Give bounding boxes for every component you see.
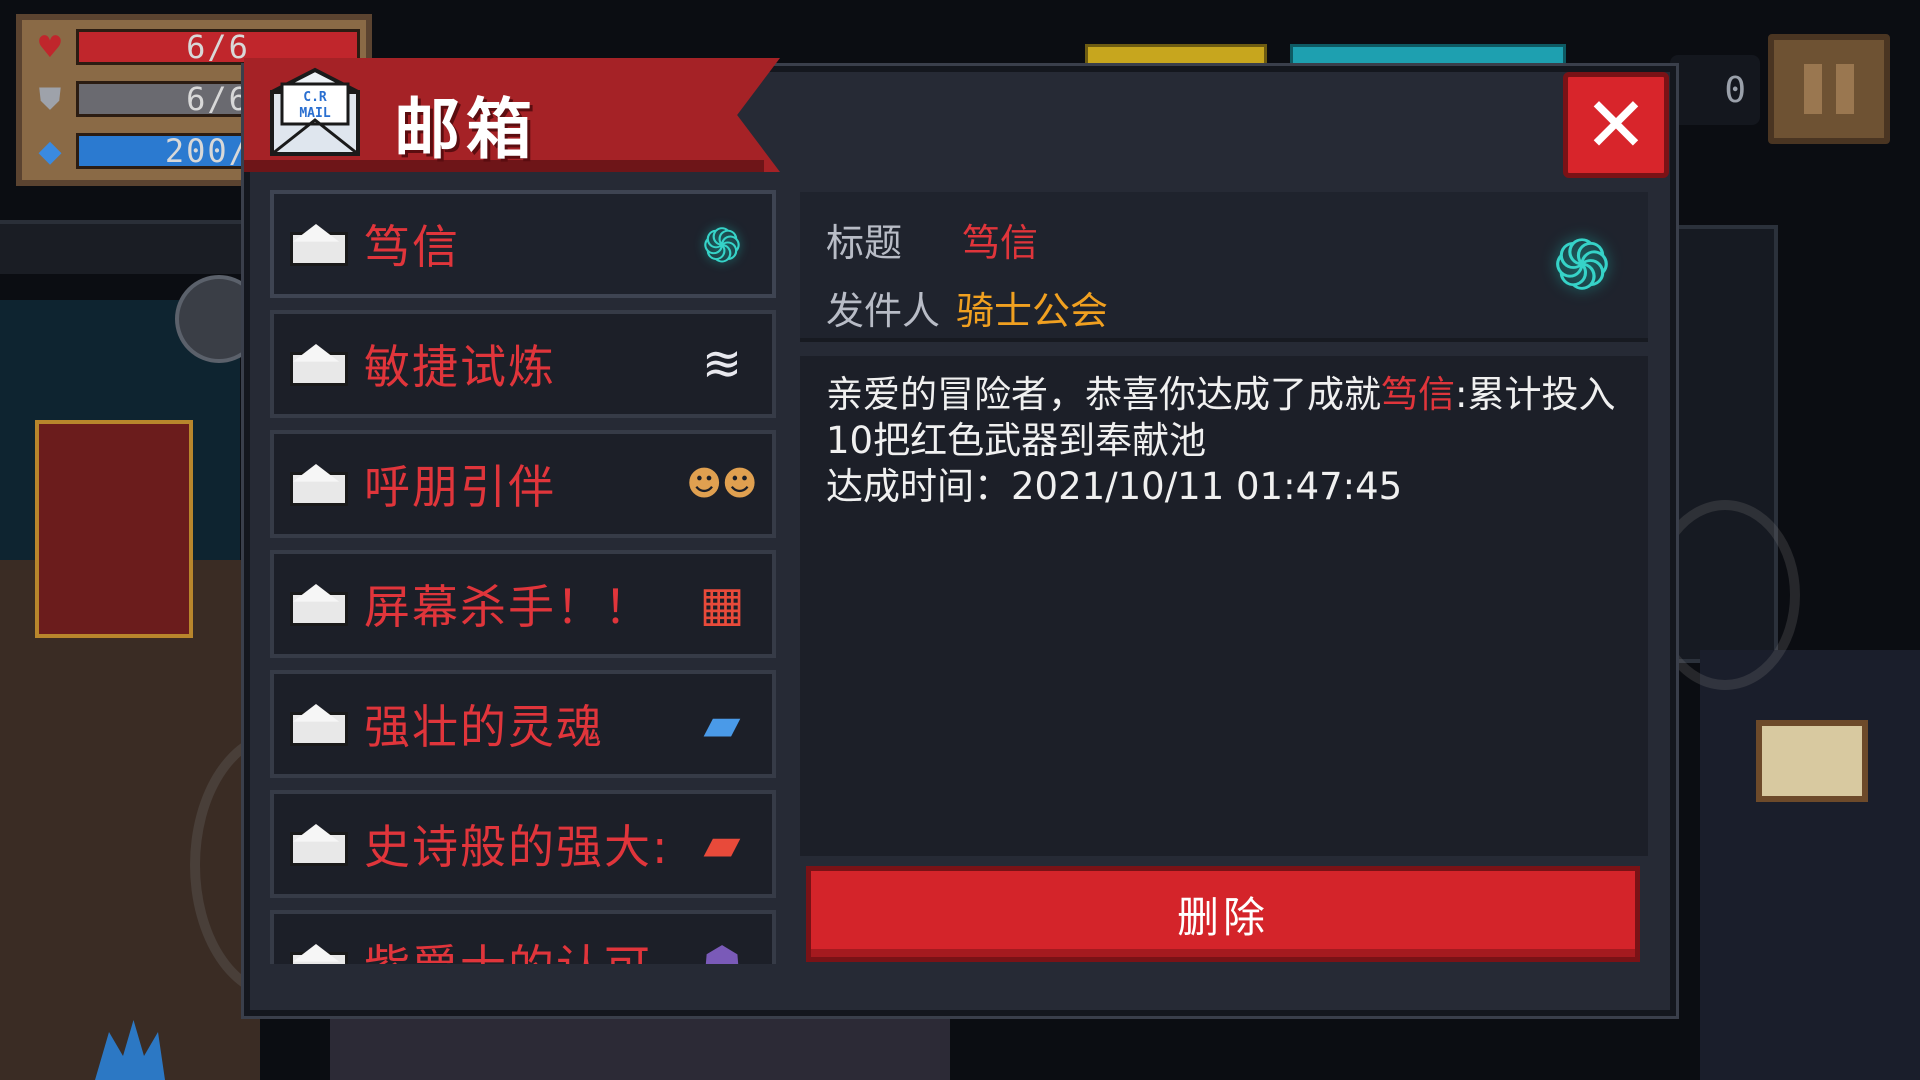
mail-detail-body: 亲爱的冒险者，恭喜你达成了成就笃信:累计投入10把红色武器到奉献池 达成时间：2…: [800, 356, 1648, 856]
mail-item-label: 敏捷试炼: [364, 340, 556, 394]
envelope-icon: [290, 222, 348, 266]
mail-message: 亲爱的冒险者，恭喜你达成了成就笃信:累计投入10把红色武器到奉献池 达成时间：2…: [826, 372, 1626, 510]
diamond-icon: ◆: [38, 133, 62, 169]
envelope-icon: [290, 582, 348, 626]
teal-rune-icon: ֍: [702, 217, 742, 274]
achieve-time: 达成时间：2021/10/11 01:47:45: [826, 465, 1403, 508]
shrine-decoration: [35, 420, 193, 638]
envelope-icon: [290, 942, 348, 964]
mail-item-label: 史诗般的强大:: [364, 820, 670, 874]
title-value: 笃信: [962, 221, 1039, 265]
title-key: 标题: [826, 221, 903, 265]
mail-item[interactable]: 强壮的灵魂 ▰: [270, 670, 776, 778]
envelope-icon: [290, 462, 348, 506]
title-row: 标题 笃信: [826, 212, 1038, 267]
floor-right: [1700, 650, 1920, 1080]
mail-item[interactable]: 屏幕杀手！！ ▦: [270, 550, 776, 658]
gem-counter: 0: [1670, 55, 1760, 125]
dialog-title: 邮箱: [394, 91, 538, 168]
pause-icon: [1804, 64, 1822, 114]
sender-key: 发件人: [826, 289, 941, 333]
tornado-icon: ≋: [701, 336, 743, 392]
mail-item[interactable]: 史诗般的强大: ▰: [270, 790, 776, 898]
mail-item-label: 屏幕杀手！！: [364, 580, 652, 634]
screen-killer-icon: ▦: [699, 576, 745, 632]
bottom-scene: [330, 1010, 950, 1080]
heart-icon: ♥: [36, 29, 64, 65]
mail-item-label: 紫爵士的认可: [364, 931, 684, 964]
close-button[interactable]: ✕: [1563, 72, 1669, 178]
notice-board: [1756, 720, 1868, 802]
mail-item[interactable]: 笃信 ֍: [270, 190, 776, 298]
companions-icon: ☻☻: [686, 464, 758, 504]
mail-item-label: 呼朋引伴: [364, 460, 556, 514]
delete-button[interactable]: 删除: [806, 866, 1640, 962]
purple-knight-icon: ☗: [700, 936, 744, 964]
mail-detail-header: 标题 笃信 发件人 骑士公会 ֍: [800, 192, 1648, 342]
envelope-icon: [290, 342, 348, 386]
sender-value: 骑士公会: [956, 289, 1109, 333]
mail-item-label: 强壮的灵魂: [364, 700, 604, 754]
red-card-icon: ▰: [703, 816, 741, 872]
close-icon: ✕: [1584, 80, 1648, 169]
mail-item[interactable]: 敏捷试炼 ≋: [270, 310, 776, 418]
envelope-icon: C.R MAIL: [270, 67, 360, 156]
blue-card-icon: ▰: [703, 696, 741, 752]
svg-text:C.R: C.R: [303, 90, 327, 105]
pause-button[interactable]: [1768, 34, 1890, 144]
message-text: 亲爱的冒险者，恭喜你达成了成就: [826, 373, 1381, 416]
envelope-icon: [290, 822, 348, 866]
envelope-icon: [290, 702, 348, 746]
shield-icon: ⛊: [38, 81, 62, 117]
mail-item[interactable]: 呼朋引伴 ☻☻: [270, 430, 776, 538]
teal-rune-icon: ֍: [1553, 223, 1611, 306]
message-achievement: 笃信: [1381, 373, 1455, 416]
sender-row: 发件人 骑士公会: [826, 280, 1108, 335]
mail-item[interactable]: 紫爵士的认可 ☗: [270, 910, 776, 964]
pause-icon-bar: [1836, 64, 1854, 114]
wall: [0, 220, 260, 274]
mail-list[interactable]: 笃信 ֍ 敏捷试炼 ≋ 呼朋引伴 ☻☻ 屏幕杀手！！ ▦ 强壮的灵魂 ▰ 史诗般…: [270, 190, 778, 964]
mail-item-label: 笃信: [364, 220, 460, 274]
